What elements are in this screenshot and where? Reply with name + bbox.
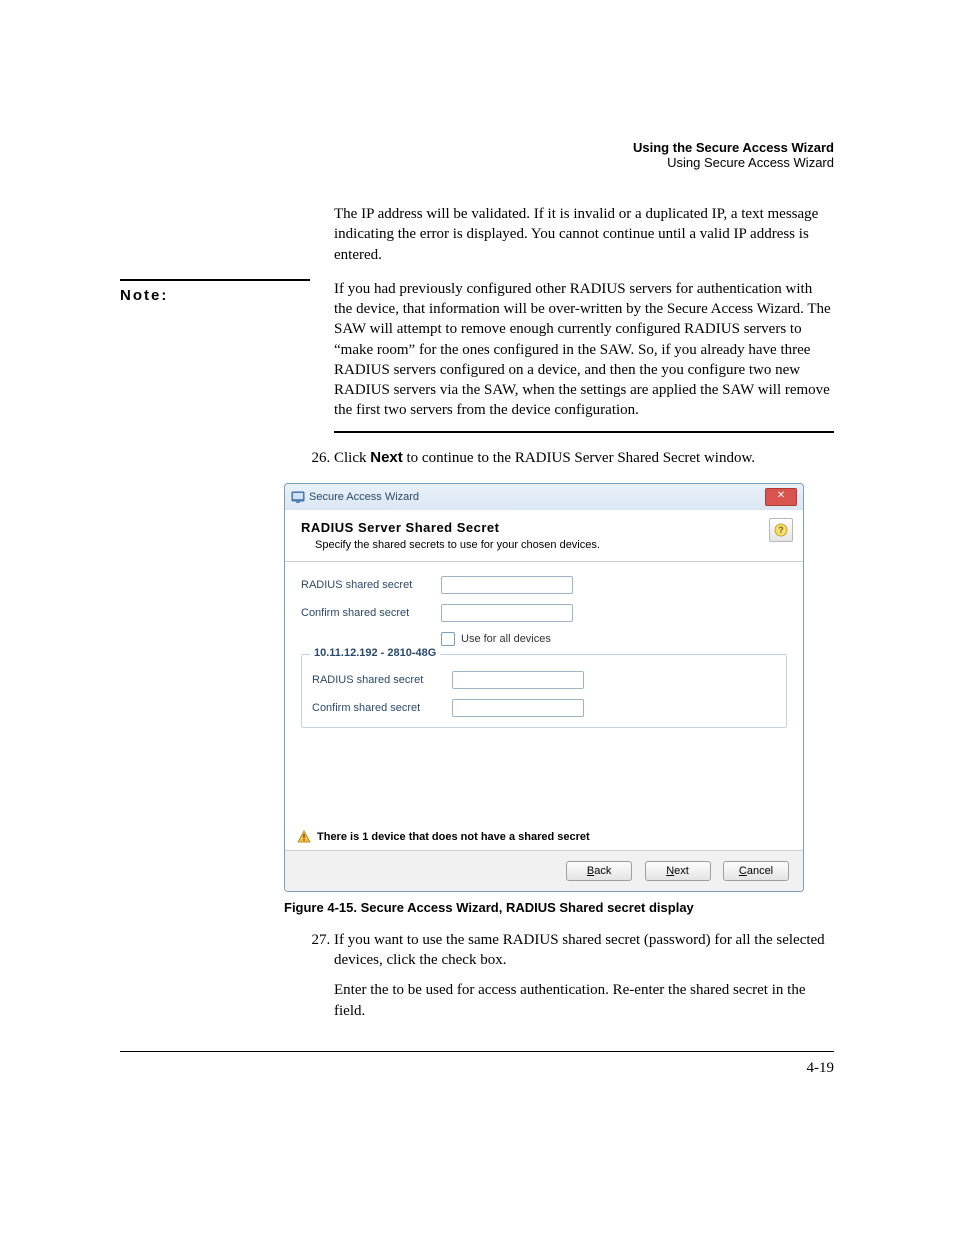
step-26: Click Next to continue to the RADIUS Ser… <box>334 448 834 468</box>
input-radius-secret-1[interactable] <box>441 576 573 594</box>
figure-caption: Figure 4-15. Secure Access Wizard, RADIU… <box>284 900 834 915</box>
page-number: 4-19 <box>120 1060 834 1077</box>
note-label: Note: <box>120 279 310 304</box>
running-header: Using the Secure Access Wizard Using Sec… <box>120 140 834 170</box>
next-inline: Next <box>370 449 403 466</box>
warning-text: There is 1 device that does not have a s… <box>317 831 590 843</box>
chapter-title: Using the Secure Access Wizard <box>120 140 834 155</box>
help-button[interactable]: ? <box>769 518 793 542</box>
input-confirm-secret-2[interactable] <box>452 699 584 717</box>
label-radius-secret-2: RADIUS shared secret <box>312 674 452 686</box>
use-for-all-row: Use for all devices <box>441 632 787 646</box>
section-title: Using Secure Access Wizard <box>120 155 834 170</box>
device-fieldset: 10.11.12.192 - 2810-48G RADIUS shared se… <box>301 654 787 728</box>
wizard-titlebar: Secure Access Wizard ✕ <box>285 484 803 510</box>
wizard-header-title: RADIUS Server Shared Secret <box>301 520 787 535</box>
warning-icon <box>297 830 311 844</box>
wizard-window: Secure Access Wizard ✕ RADIUS Server Sha… <box>284 483 804 892</box>
back-button[interactable]: Back <box>566 861 632 881</box>
wizard-body: RADIUS shared secret Confirm shared secr… <box>285 562 803 824</box>
use-for-all-label: Use for all devices <box>461 633 551 645</box>
help-icon: ? <box>774 523 788 537</box>
label-radius-secret-1: RADIUS shared secret <box>301 579 441 591</box>
warning-bar: There is 1 device that does not have a s… <box>285 824 803 850</box>
wizard-window-title: Secure Access Wizard <box>309 491 419 503</box>
next-button[interactable]: Next <box>645 861 711 881</box>
step-list: Click Next to continue to the RADIUS Ser… <box>284 448 834 468</box>
use-for-all-checkbox[interactable] <box>441 632 455 646</box>
footer-rule <box>120 1051 834 1052</box>
wizard-icon <box>291 491 305 503</box>
figure-wrap: Secure Access Wizard ✕ RADIUS Server Sha… <box>284 483 834 915</box>
note-block: Note: If you had previously configured o… <box>120 279 834 433</box>
device-legend: 10.11.12.192 - 2810-48G <box>310 647 440 659</box>
label-confirm-secret-1: Confirm shared secret <box>301 607 441 619</box>
cancel-button[interactable]: Cancel <box>723 861 789 881</box>
intro-paragraph: The IP address will be validated. If it … <box>334 204 834 265</box>
close-icon[interactable]: ✕ <box>765 488 797 506</box>
label-confirm-secret-2: Confirm shared secret <box>312 702 452 714</box>
input-radius-secret-2[interactable] <box>452 671 584 689</box>
step-27: If you want to use the same RADIUS share… <box>334 930 834 1021</box>
note-text: If you had previously configured other R… <box>334 279 834 433</box>
wizard-header-subtitle: Specify the shared secrets to use for yo… <box>315 539 787 551</box>
wizard-header: RADIUS Server Shared Secret Specify the … <box>285 510 803 562</box>
wizard-footer: Back Next Cancel <box>285 850 803 891</box>
input-confirm-secret-1[interactable] <box>441 604 573 622</box>
svg-text:?: ? <box>778 525 784 535</box>
step-list-2: If you want to use the same RADIUS share… <box>284 930 834 1021</box>
